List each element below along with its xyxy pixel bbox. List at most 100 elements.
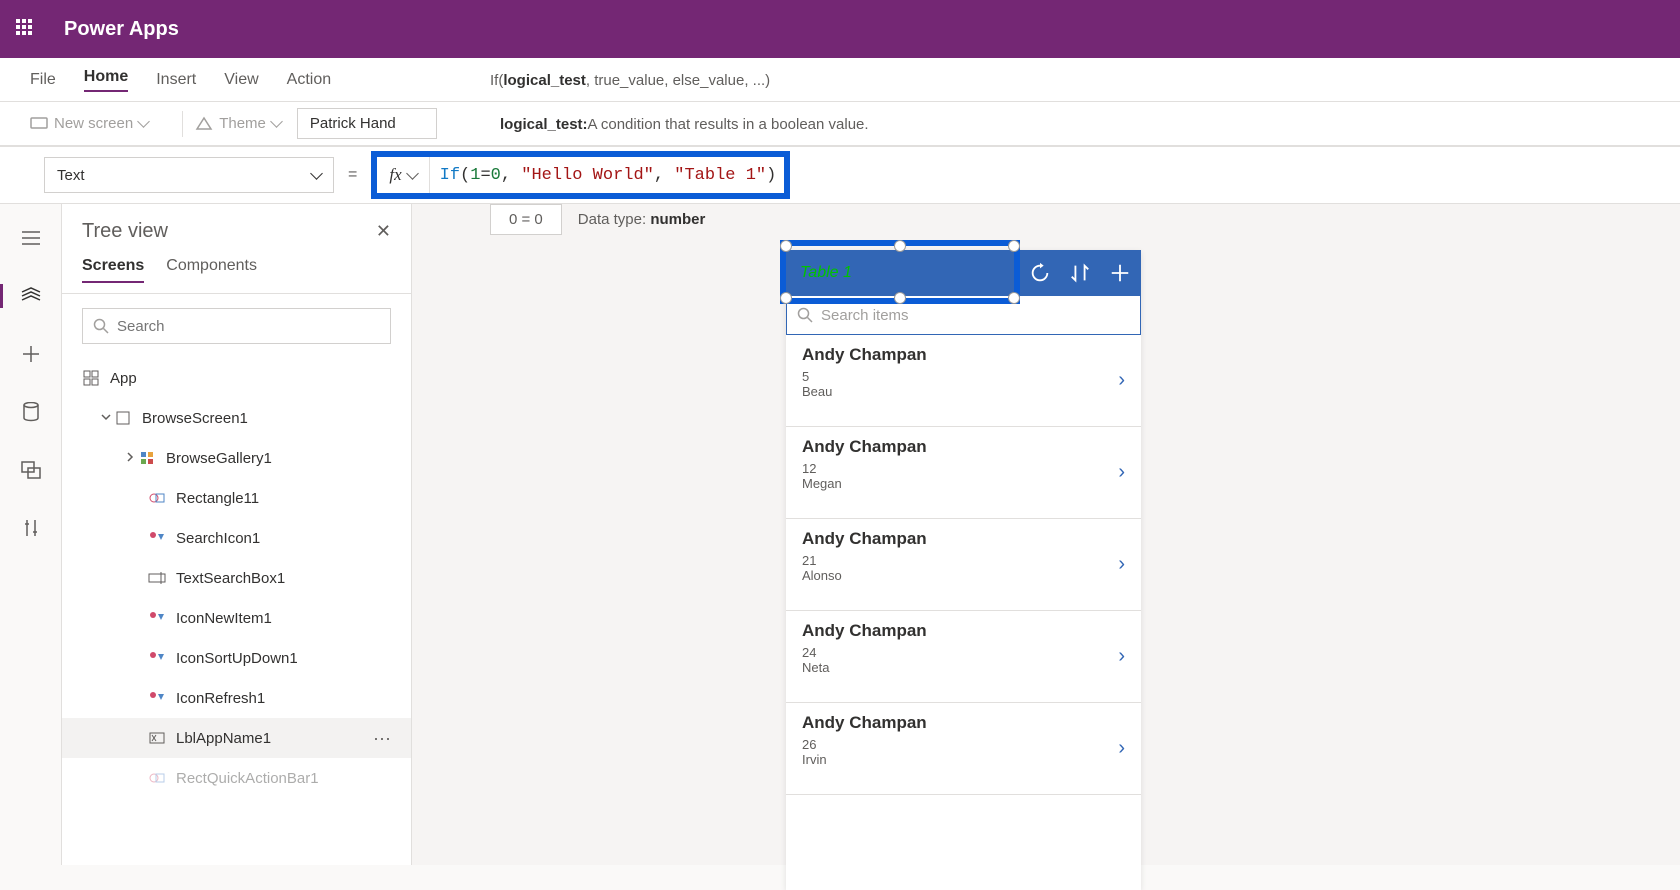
- list-item[interactable]: Andy Champan 5 Beau ›: [786, 335, 1141, 427]
- tree-node-app[interactable]: App: [62, 358, 411, 398]
- app-title-label[interactable]: Table 1: [800, 264, 852, 282]
- chevron-right-icon[interactable]: ›: [1118, 369, 1125, 392]
- chevron-right-icon[interactable]: ›: [1118, 645, 1125, 668]
- tree-title: Tree view: [82, 220, 168, 243]
- app-icon: [82, 369, 100, 387]
- node-label: IconRefresh1: [176, 690, 391, 707]
- formula-input-highlight: fx If(1=0, "Hello World", "Table 1"): [371, 151, 790, 199]
- equals-sign: =: [348, 166, 357, 184]
- menu-action[interactable]: Action: [287, 71, 331, 89]
- icons-icon: [148, 689, 166, 707]
- textinput-icon: [148, 569, 166, 587]
- waffle-icon[interactable]: [16, 19, 36, 39]
- rail-data-icon[interactable]: [11, 392, 51, 432]
- chevron-down-icon[interactable]: [100, 410, 114, 427]
- chevron-right-icon[interactable]: [124, 450, 138, 467]
- tree-node-rect[interactable]: Rectangle11: [62, 478, 411, 518]
- tree-node-iconnew[interactable]: IconNewItem1: [62, 598, 411, 638]
- rail-tools-icon[interactable]: [11, 508, 51, 548]
- tree-node-gallery[interactable]: BrowseGallery1: [62, 438, 411, 478]
- device-search-box[interactable]: Search items: [786, 295, 1141, 335]
- chevron-right-icon[interactable]: ›: [1118, 461, 1125, 484]
- menu-home[interactable]: Home: [84, 68, 128, 92]
- list-item[interactable]: Andy Champan 21 Alonso ›: [786, 519, 1141, 611]
- item-name: Andy Champan: [802, 621, 1125, 641]
- rail-hamburger-icon[interactable]: [11, 218, 51, 258]
- item-sub: Neta: [802, 660, 1125, 675]
- chevron-down-icon: [402, 167, 417, 183]
- item-num: 5: [802, 369, 1125, 384]
- node-label: IconNewItem1: [176, 610, 391, 627]
- fx-button[interactable]: fx: [377, 157, 429, 193]
- tab-components[interactable]: Components: [166, 257, 257, 283]
- node-label: TextSearchBox1: [176, 570, 391, 587]
- more-icon[interactable]: ···: [373, 728, 391, 749]
- chevron-down-icon: [266, 115, 281, 132]
- search-icon: [797, 307, 813, 323]
- sig-prefix: If(: [490, 72, 503, 89]
- canvas[interactable]: Table 1 Search items Andy Champan 5 Beau…: [412, 204, 1680, 865]
- list-item[interactable]: Andy Champan 12 Megan ›: [786, 427, 1141, 519]
- node-label: Rectangle11: [176, 490, 391, 507]
- result-value: 0 = 0: [490, 204, 562, 235]
- chevron-right-icon[interactable]: ›: [1118, 737, 1125, 760]
- sort-icon[interactable]: [1069, 262, 1091, 284]
- item-sub: Megan: [802, 476, 1125, 491]
- shape-icon: [148, 489, 166, 507]
- icons-icon: [148, 529, 166, 547]
- property-selector[interactable]: Text: [44, 157, 334, 193]
- icons-icon: [148, 649, 166, 667]
- rail-treeview-icon[interactable]: [11, 276, 51, 316]
- item-sub: Beau: [802, 384, 1125, 399]
- rail-add-icon[interactable]: [11, 334, 51, 374]
- tab-screens[interactable]: Screens: [82, 257, 144, 283]
- label-icon: [148, 729, 166, 747]
- node-label: IconSortUpDown1: [176, 650, 391, 667]
- shape-icon: [148, 769, 166, 787]
- font-selector[interactable]: Patrick Hand: [297, 108, 437, 139]
- property-name: Text: [57, 167, 85, 184]
- theme-label: Theme: [219, 115, 266, 132]
- gallery-list: Andy Champan 5 Beau › Andy Champan 12 Me…: [786, 335, 1141, 795]
- menu-bar: File Home Insert View Action: [0, 58, 1680, 102]
- new-screen-button[interactable]: New screen: [30, 115, 148, 132]
- global-header: Power Apps: [0, 0, 1680, 58]
- list-item[interactable]: Andy Champan 24 Neta ›: [786, 611, 1141, 703]
- item-num: 21: [802, 553, 1125, 568]
- tree-node-screen[interactable]: BrowseScreen1: [62, 398, 411, 438]
- menu-view[interactable]: View: [224, 71, 258, 89]
- item-name: Andy Champan: [802, 345, 1125, 365]
- tree-search-field[interactable]: [117, 318, 380, 335]
- chevron-down-icon: [306, 167, 321, 184]
- menu-file[interactable]: File: [30, 71, 56, 89]
- chevron-right-icon[interactable]: ›: [1118, 553, 1125, 576]
- item-num: 24: [802, 645, 1125, 660]
- list-item[interactable]: Andy Champan 26 Irvin ›: [786, 703, 1141, 795]
- close-icon[interactable]: ✕: [376, 221, 391, 242]
- workspace: Tree view ✕ Screens Components App Brows…: [0, 204, 1680, 865]
- item-num: 12: [802, 461, 1125, 476]
- refresh-icon[interactable]: [1029, 262, 1051, 284]
- formula-input[interactable]: If(1=0, "Hello World", "Table 1"): [440, 166, 777, 185]
- new-screen-label: New screen: [54, 115, 133, 132]
- search-placeholder: Search items: [821, 307, 909, 324]
- theme-button[interactable]: Theme: [195, 115, 281, 132]
- tree-node-iconsort[interactable]: IconSortUpDown1: [62, 638, 411, 678]
- tree-node-textsearch[interactable]: TextSearchBox1: [62, 558, 411, 598]
- tree-view-panel: Tree view ✕ Screens Components App Brows…: [62, 204, 412, 865]
- sig-suffix: , true_value, else_value, ...): [586, 72, 770, 89]
- formula-arg-description: logical_test: A condition that results i…: [500, 102, 869, 146]
- tree-node-iconrefresh[interactable]: IconRefresh1: [62, 678, 411, 718]
- tree-search-input[interactable]: [82, 308, 391, 344]
- tree-node-label[interactable]: LblAppName1 ···: [62, 718, 411, 758]
- add-icon[interactable]: [1109, 262, 1131, 284]
- tree-node-searchicon[interactable]: SearchIcon1: [62, 518, 411, 558]
- node-label: App: [110, 370, 391, 387]
- device-header: Table 1: [786, 250, 1141, 295]
- tree-node-last[interactable]: RectQuickActionBar1: [62, 758, 411, 798]
- item-name: Andy Champan: [802, 437, 1125, 457]
- arg-text: A condition that results in a boolean va…: [588, 116, 869, 133]
- item-sub: Alonso: [802, 568, 1125, 583]
- menu-insert[interactable]: Insert: [156, 71, 196, 89]
- rail-media-icon[interactable]: [11, 450, 51, 490]
